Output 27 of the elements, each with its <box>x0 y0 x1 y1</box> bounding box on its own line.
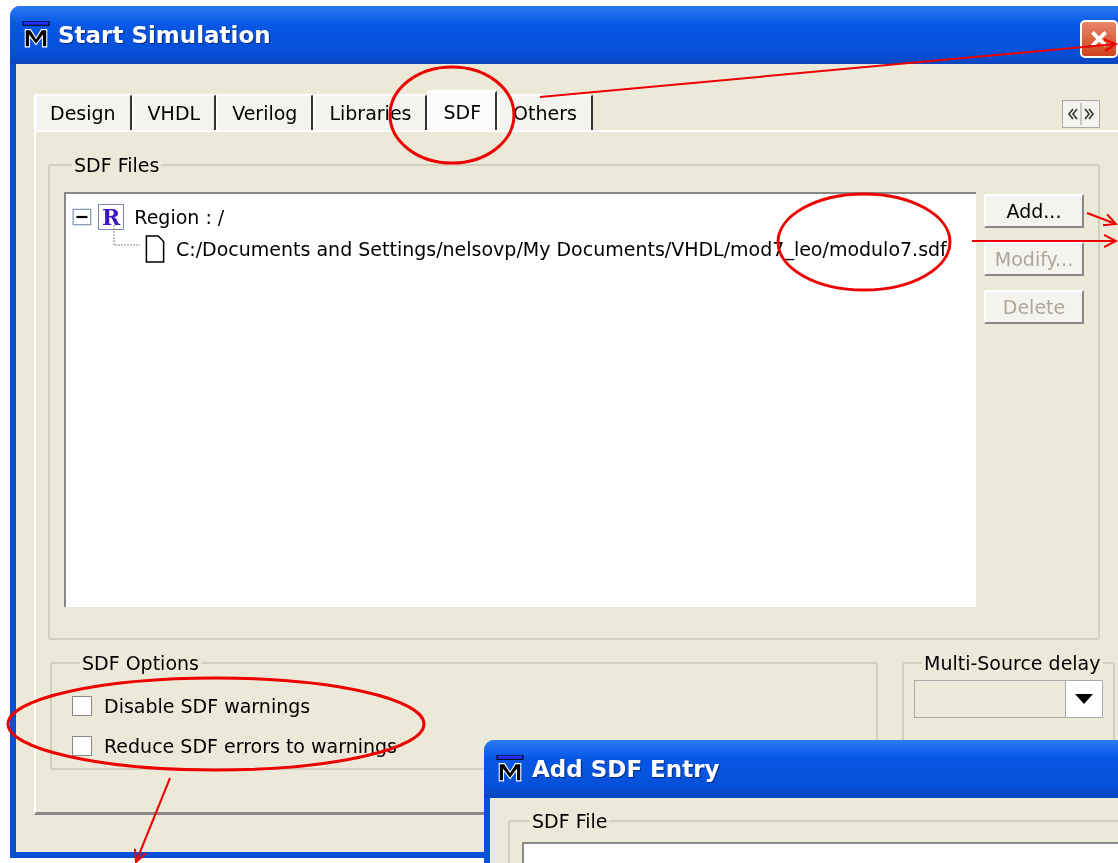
tab[interactable]: Others <box>497 94 593 130</box>
window-title: Add SDF Entry <box>532 756 720 782</box>
tab-scroll-buttons[interactable] <box>1062 100 1100 128</box>
annotation-arrow <box>1086 212 1117 227</box>
group-title: SDF Options <box>81 652 200 674</box>
checkbox-label: Disable SDF warnings <box>104 695 311 717</box>
checkbox[interactable] <box>72 736 92 756</box>
window-title: Start Simulation <box>58 22 271 48</box>
collapse-icon[interactable] <box>72 206 94 228</box>
action-button[interactable]: Add... <box>984 194 1084 228</box>
close-button[interactable] <box>1080 20 1118 58</box>
tab[interactable]: Verilog <box>216 94 314 130</box>
tab[interactable]: VHDL <box>131 94 217 130</box>
tab[interactable]: SDF <box>427 90 498 130</box>
group-title: SDF Files <box>73 154 161 176</box>
region-icon: R <box>98 204 125 230</box>
group-title: Multi-Source delay <box>923 652 1102 674</box>
file-icon <box>144 235 166 263</box>
dropdown-arrow-icon <box>1073 693 1094 705</box>
tree-item[interactable]: Region : / <box>128 206 225 228</box>
app-logo-icon <box>22 21 50 49</box>
checkbox[interactable] <box>72 696 92 716</box>
app-logo-icon <box>496 755 524 783</box>
dropdown[interactable] <box>914 680 1103 718</box>
close-icon <box>1088 28 1110 50</box>
tab[interactable]: Design <box>34 94 132 130</box>
group-title: SDF File <box>531 810 609 832</box>
